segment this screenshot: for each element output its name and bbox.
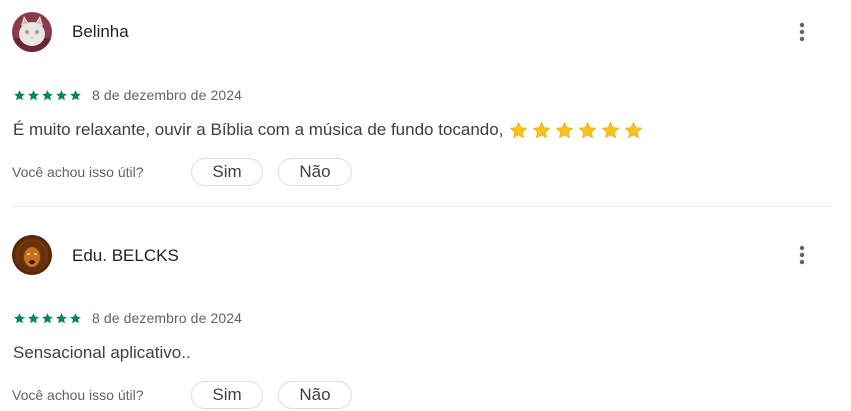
star-emoji-icon <box>510 121 528 138</box>
star-emoji-icon <box>625 121 643 138</box>
helpful-row: Você achou isso útil? Sim Não <box>12 379 352 411</box>
star-icon <box>56 89 67 100</box>
star-icon <box>42 89 53 100</box>
helpful-prompt: Você achou isso útil? <box>12 164 144 180</box>
review-text: Sensacional aplicativo.. <box>13 342 191 364</box>
star-rating <box>13 312 82 325</box>
review-date: 8 de dezembro de 2024 <box>92 87 242 103</box>
more-vert-icon <box>799 245 805 265</box>
more-options-button[interactable] <box>788 18 816 46</box>
more-options-button[interactable] <box>788 241 816 269</box>
helpful-no-button[interactable]: Não <box>278 158 352 186</box>
star-icon <box>70 312 81 323</box>
rating-row: 8 de dezembro de 2024 <box>13 87 242 103</box>
helpful-yes-button[interactable]: Sim <box>191 158 263 186</box>
review-text-content: É muito relaxante, ouvir a Bíblia com a … <box>13 120 504 139</box>
author-name: Belinha <box>72 22 129 41</box>
star-icon <box>28 89 39 100</box>
star-icon <box>70 89 81 100</box>
star-icon <box>28 312 39 323</box>
star-icon <box>56 312 67 323</box>
helpful-no-button[interactable]: Não <box>278 381 352 409</box>
helpful-yes-button[interactable]: Sim <box>191 381 263 409</box>
cat-avatar <box>12 12 52 52</box>
star-emoji-icon <box>556 121 574 138</box>
star-emoji-icon <box>579 121 597 138</box>
more-vert-icon <box>799 22 805 42</box>
star-rating <box>13 89 82 102</box>
review-divider <box>12 206 832 207</box>
star-icon <box>14 312 25 323</box>
rating-row: 8 de dezembro de 2024 <box>13 310 242 326</box>
helpful-row: Você achou isso útil? Sim Não <box>12 156 352 188</box>
emoji-stars <box>509 121 643 140</box>
review-date: 8 de dezembro de 2024 <box>92 310 242 326</box>
review-text: É muito relaxante, ouvir a Bíblia com a … <box>13 119 643 141</box>
star-icon <box>14 89 25 100</box>
author-name: Edu. BELCKS <box>72 246 179 265</box>
star-emoji-icon <box>533 121 551 138</box>
star-emoji-icon <box>602 121 620 138</box>
helpful-prompt: Você achou isso útil? <box>12 387 144 403</box>
star-icon <box>42 312 53 323</box>
lion-avatar <box>12 235 52 275</box>
review-text-content: Sensacional aplicativo.. <box>13 343 191 362</box>
